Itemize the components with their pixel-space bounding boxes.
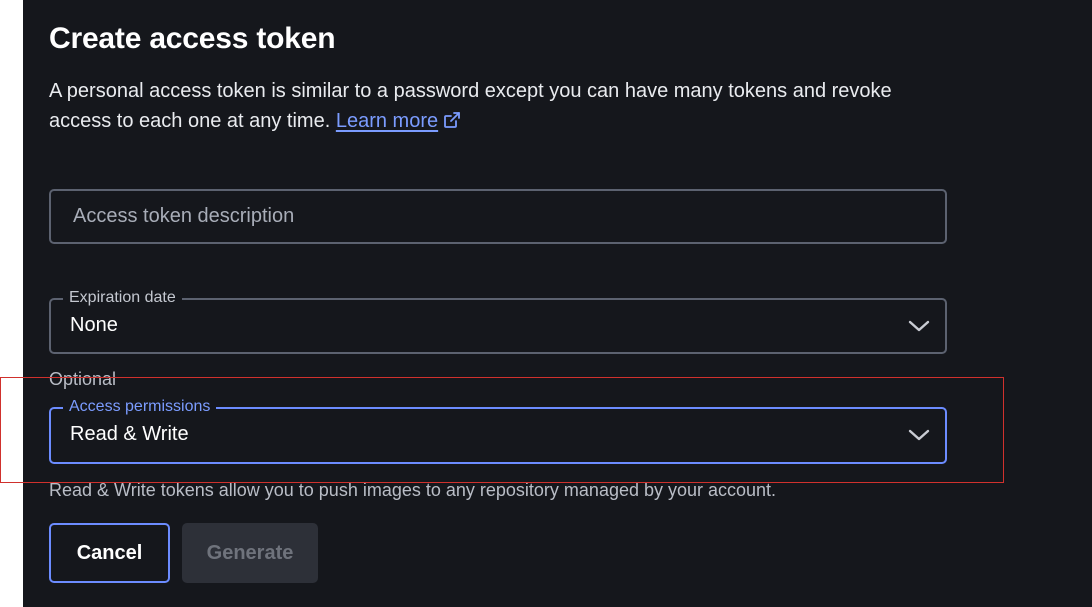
expiration-optional-hint: Optional <box>49 369 117 389</box>
permissions-helper-text: Read & Write tokens allow you to push im… <box>49 480 777 500</box>
external-link-icon[interactable] <box>442 110 462 130</box>
learn-more-link[interactable]: Learn more <box>336 110 438 132</box>
cancel-button[interactable]: Cancel <box>49 523 170 583</box>
chevron-down-icon[interactable] <box>907 316 931 336</box>
create-token-dialog: Create access token A personal access to… <box>23 0 1092 607</box>
dialog-description: A personal access token is similar to a … <box>49 76 929 136</box>
access-permissions-value: Read & Write <box>70 423 189 445</box>
expiration-date-label: Expiration date <box>63 288 182 308</box>
token-description-input[interactable]: Access token description <box>49 189 947 244</box>
generate-button: Generate <box>182 523 318 583</box>
expiration-date-select[interactable]: Expiration date None <box>49 288 947 354</box>
access-permissions-label: Access permissions <box>63 397 217 417</box>
page: Create access token A personal access to… <box>0 0 1092 607</box>
expiration-date-value: None <box>70 314 118 336</box>
learn-more-label: Learn more <box>335 110 439 132</box>
token-description-placeholder: Access token description <box>73 205 295 227</box>
description-text: A personal access token is similar to a … <box>49 80 892 132</box>
dialog-title: Create access token <box>49 22 336 55</box>
access-permissions-select[interactable]: Access permissions Read & Write <box>49 397 947 464</box>
chevron-down-icon[interactable] <box>907 425 931 445</box>
